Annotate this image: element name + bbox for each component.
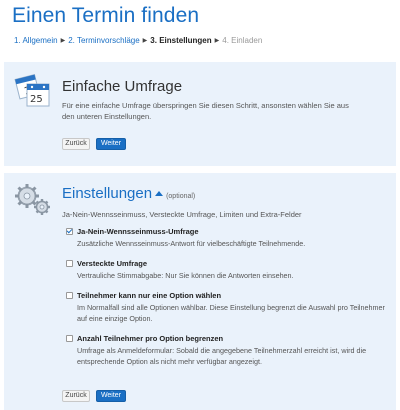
option-description: Zusätzliche Wennsseinmuss-Antwort für vi… bbox=[77, 239, 306, 248]
chevron-up-icon[interactable] bbox=[155, 191, 164, 196]
settings-panel: Einstellungen (optional) Ja-Nein-Wennssei… bbox=[4, 173, 396, 410]
step-separator-icon: ▶ bbox=[214, 38, 220, 44]
back-button[interactable]: Zurück bbox=[62, 390, 90, 402]
settings-summary: Ja-Nein-Wennsseinmuss, Versteckte Umfrag… bbox=[62, 210, 302, 219]
step-general[interactable]: 1. Allgemein bbox=[14, 36, 58, 45]
yes-no-ifneedbe-checkbox[interactable] bbox=[66, 228, 73, 235]
step-invite: 4. Einladen bbox=[222, 36, 263, 45]
step-settings: 3. Einstellungen bbox=[150, 36, 212, 45]
option-title[interactable]: Versteckte Umfrage bbox=[77, 259, 147, 268]
simple-poll-title: Einfache Umfrage bbox=[62, 78, 183, 95]
hidden-poll-checkbox[interactable] bbox=[66, 260, 73, 267]
option-description: Im Normalfall sind alle Optionen wählbar… bbox=[77, 303, 385, 323]
limit-participants-checkbox[interactable] bbox=[66, 335, 73, 342]
optional-tag: (optional) bbox=[166, 193, 196, 200]
wizard-steps: 1. Allgemein ▶ 2. Terminvorschläge ▶ 3. Eins… bbox=[14, 36, 262, 45]
settings-title[interactable]: Einstellungen bbox=[62, 185, 152, 202]
option-title[interactable]: Teilnehmer kann nur eine Option wählen bbox=[77, 291, 221, 300]
step-separator-icon: ▶ bbox=[60, 38, 66, 44]
back-button[interactable]: Zurück bbox=[62, 138, 90, 150]
settings-header[interactable]: Einstellungen (optional) bbox=[62, 185, 195, 203]
option-title[interactable]: Anzahl Teilnehmer pro Option begrenzen bbox=[77, 334, 223, 343]
option-description: Vertrauliche Stimmabgabe: Nur Sie können… bbox=[77, 271, 294, 280]
page-title: Einen Termin finden bbox=[12, 4, 200, 27]
step-date-proposals[interactable]: 2. Terminvorschläge bbox=[68, 36, 139, 45]
gears-icon bbox=[14, 183, 54, 222]
calendar-icon: 1 25 bbox=[14, 72, 52, 117]
option-title[interactable]: Ja-Nein-Wennsseinmuss-Umfrage bbox=[77, 227, 199, 236]
option-description: Umfrage als Anmeldeformular: Sobald die … bbox=[77, 346, 367, 366]
step-separator-icon: ▶ bbox=[142, 38, 148, 44]
single-choice-checkbox[interactable] bbox=[66, 292, 73, 299]
simple-poll-panel: 1 25 Einfache Umfrage Für eine einfache … bbox=[4, 62, 396, 166]
next-button[interactable]: Weiter bbox=[96, 138, 126, 150]
svg-text:25: 25 bbox=[30, 94, 43, 105]
next-button[interactable]: Weiter bbox=[96, 390, 126, 402]
simple-poll-description: Für eine einfache Umfrage überspringen S… bbox=[62, 101, 349, 121]
